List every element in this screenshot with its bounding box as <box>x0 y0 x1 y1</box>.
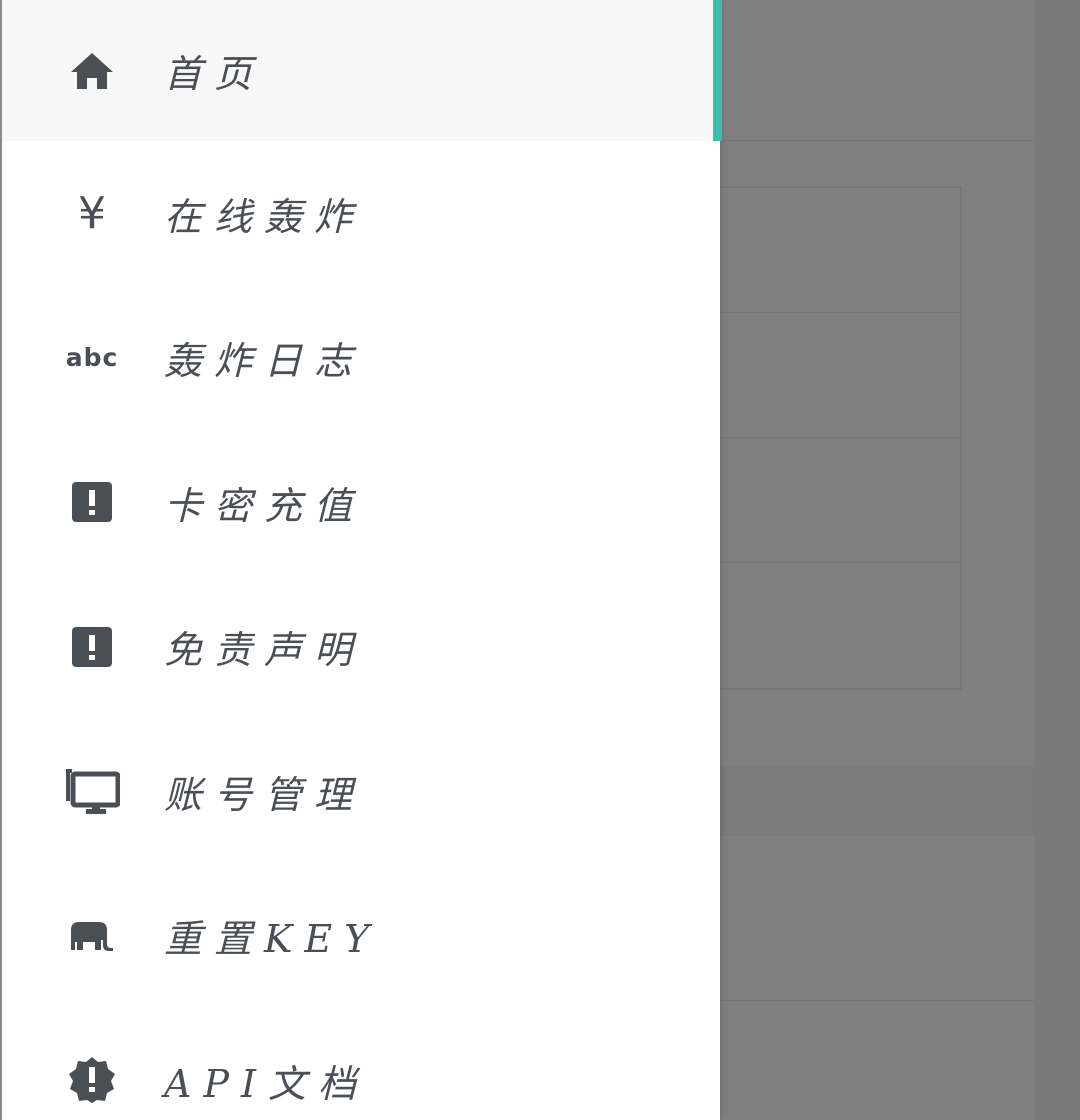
abc-icon: abc <box>65 343 119 373</box>
drawer-item-label: API文档 <box>164 1061 369 1106</box>
background-table-row <box>720 313 960 438</box>
monitor-icon <box>64 763 120 819</box>
background-divider <box>720 140 1034 141</box>
background-right-strip <box>1034 0 1080 1120</box>
background-band <box>720 766 1034 836</box>
elephant-icon <box>64 908 120 964</box>
alert-box-icon <box>64 474 120 530</box>
background-table-row <box>720 438 960 563</box>
alert-box-icon <box>64 619 120 675</box>
drawer-item-bomb-log[interactable]: abc 轰炸日志 <box>2 286 720 431</box>
yen-icon: ¥ <box>78 187 106 239</box>
background-divider <box>720 1000 1034 1001</box>
drawer-item-label: 账号管理 <box>164 772 365 817</box>
home-icon <box>64 43 120 99</box>
drawer-item-api-docs[interactable]: API文档 <box>2 1008 720 1120</box>
drawer-item-label: 轰炸日志 <box>164 339 365 384</box>
drawer-item-account-management[interactable]: 账号管理 <box>2 719 720 864</box>
drawer-item-card-recharge[interactable]: 卡密充值 <box>2 430 720 575</box>
drawer-item-label: 卡密充值 <box>164 483 365 528</box>
drawer-item-disclaimer[interactable]: 免责声明 <box>2 575 720 720</box>
drawer-item-label: 在线轰炸 <box>164 194 365 239</box>
drawer-menu: 首页 ¥ 在线轰炸 abc 轰炸日志 卡密充值 免责声明 账号管理 重置KEY … <box>2 0 720 1120</box>
navigation-drawer: 首页 ¥ 在线轰炸 abc 轰炸日志 卡密充值 免责声明 账号管理 重置KEY … <box>0 0 722 1120</box>
active-indicator <box>713 0 722 141</box>
alert-badge-icon <box>64 1052 120 1108</box>
drawer-item-home[interactable]: 首页 <box>2 0 720 141</box>
drawer-item-label: 首页 <box>164 52 265 96</box>
background-table-row <box>720 188 960 313</box>
screen: 首页 ¥ 在线轰炸 abc 轰炸日志 卡密充值 免责声明 账号管理 重置KEY … <box>0 0 1080 1120</box>
background-table-row <box>720 563 960 688</box>
background-table <box>720 186 962 690</box>
drawer-item-online-bomb[interactable]: ¥ 在线轰炸 <box>2 141 720 286</box>
drawer-item-label: 重置KEY <box>164 917 382 962</box>
drawer-item-label: 免责声明 <box>164 628 365 673</box>
drawer-item-reset-key[interactable]: 重置KEY <box>2 864 720 1009</box>
